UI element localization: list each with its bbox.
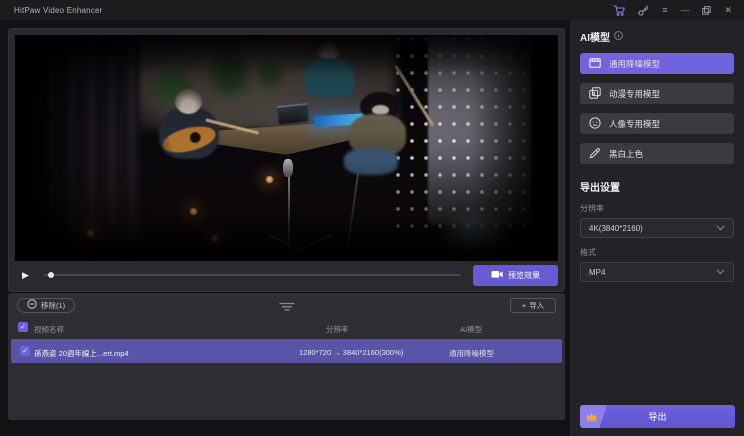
column-resolution: 分辨率 [326, 324, 349, 335]
import-button-label: 导入 [529, 300, 544, 311]
scene-vignette [15, 35, 558, 261]
remove-button-label: 移除(1) [41, 300, 65, 311]
column-video-name: 视频名称 [34, 324, 64, 335]
model-label: 黑白上色 [609, 148, 643, 160]
model-button-colorize[interactable]: 黑白上色 [580, 143, 734, 164]
import-button[interactable]: + 导入 [510, 298, 556, 313]
model-label: 通用降噪模型 [609, 58, 660, 70]
file-list-header: ✓ 视频名称 分辨率 AI模型 [8, 320, 565, 338]
export-settings-title: 导出设置 [580, 179, 734, 194]
remove-button[interactable]: 移除(1) [17, 298, 75, 313]
format-label: 格式 [580, 247, 734, 258]
video-frame [15, 35, 558, 261]
export-button[interactable]: 导出 [580, 405, 735, 428]
format-value: MP4 [589, 268, 605, 277]
format-select[interactable]: MP4 [580, 262, 734, 282]
remove-minus-icon [27, 299, 37, 311]
chevron-down-icon [716, 225, 725, 231]
plus-icon: + [522, 301, 526, 310]
seek-thumb[interactable] [48, 272, 54, 278]
maximize-icon[interactable] [702, 6, 711, 15]
cart-icon[interactable] [613, 5, 625, 16]
file-list-toolbar: 移除(1) + 导入 [8, 293, 565, 317]
file-resolution: 1280*720 → 3840*2160(300%) [299, 348, 403, 357]
premium-crown-badge [580, 405, 607, 428]
ai-model-title-label: AI模型 [580, 29, 610, 44]
collapse-handle-icon[interactable] [278, 299, 295, 317]
file-list-panel: 移除(1) + 导入 ✓ 视频名称 分辨率 AI模型 ✓ 孫燕姿 20週年線上.… [8, 293, 565, 420]
info-icon[interactable] [614, 31, 623, 43]
file-row[interactable]: ✓ 孫燕姿 20週年線上...ert.mp4 1280*720 → 3840*2… [11, 339, 562, 363]
model-label: 动漫专用模型 [609, 88, 660, 100]
anime-frames-icon [589, 87, 601, 101]
preview-effect-button[interactable]: 预览效果 [473, 265, 558, 286]
app-title: HitPaw Video Enhancer [0, 6, 103, 15]
export-button-label: 导出 [648, 410, 666, 423]
model-label: 人像专用模型 [609, 118, 660, 130]
play-button[interactable]: ▶ [22, 270, 29, 281]
face-icon [589, 117, 601, 131]
model-button-general-denoise[interactable]: 通用降噪模型 [580, 53, 734, 74]
resolution-value: 4K(3840*2160) [589, 224, 643, 233]
license-key-icon[interactable] [638, 5, 649, 16]
menu-icon[interactable]: ≡ [662, 6, 667, 15]
seek-bar[interactable] [44, 274, 461, 276]
select-all-checkbox[interactable]: ✓ [18, 322, 28, 332]
sidebar: AI模型 通用降噪模型 动漫专用模型 [570, 20, 744, 436]
file-name: 孫燕姿 20週年線上...ert.mp4 [34, 348, 129, 359]
resolution-select[interactable]: 4K(3840*2160) [580, 218, 734, 238]
ai-model-section-title: AI模型 [580, 29, 734, 44]
resolution-label: 分辨率 [580, 203, 734, 214]
paint-pen-icon [589, 147, 601, 161]
minimize-icon[interactable]: — [680, 6, 689, 15]
file-ai-model: 通用降噪模型 [449, 348, 494, 359]
camera-icon [491, 270, 503, 281]
film-frame-icon [589, 57, 601, 71]
crown-icon [585, 411, 598, 422]
app-window: HitPaw Video Enhancer ≡ — ✕ [0, 0, 744, 436]
video-preview-panel: ▶ 预览效果 [8, 28, 565, 292]
row-checkbox[interactable]: ✓ [20, 346, 30, 356]
titlebar: HitPaw Video Enhancer ≡ — ✕ [0, 0, 744, 20]
playback-controls: ▶ 预览效果 [15, 264, 558, 286]
titlebar-icons: ≡ — ✕ [613, 5, 744, 16]
column-ai-model: AI模型 [460, 324, 482, 335]
model-button-anime[interactable]: 动漫专用模型 [580, 83, 734, 104]
video-preview-scene [15, 35, 558, 261]
model-button-portrait[interactable]: 人像专用模型 [580, 113, 734, 134]
chevron-down-icon [716, 269, 725, 275]
close-icon[interactable]: ✕ [724, 6, 732, 15]
preview-effect-label: 预览效果 [508, 270, 540, 281]
